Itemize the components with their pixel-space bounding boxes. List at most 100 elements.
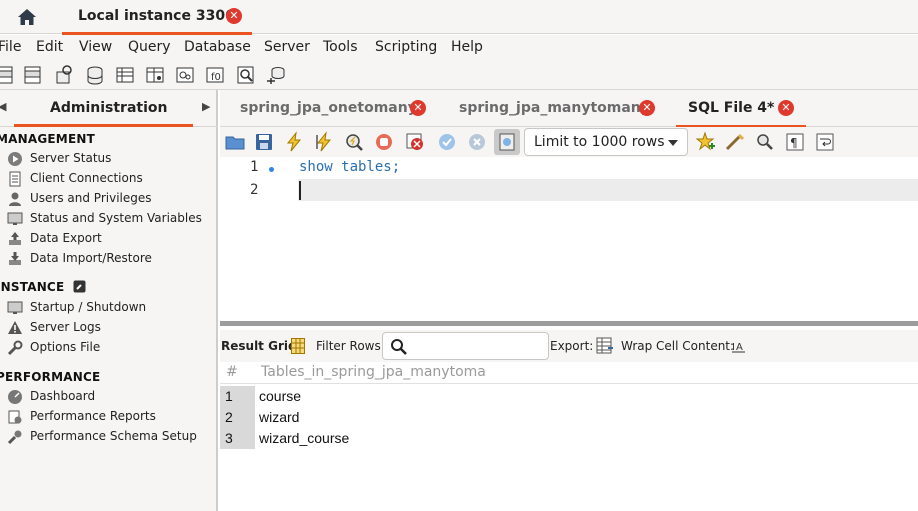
inspector-icon[interactable] bbox=[53, 64, 75, 86]
sidebar-item-label: Users and Privileges bbox=[30, 191, 152, 205]
sidebar-item-data-import-restore[interactable]: Data Import/Restore bbox=[7, 250, 212, 268]
sidebar-item-label: Data Export bbox=[30, 231, 102, 245]
row-number: 1 bbox=[225, 388, 233, 404]
create-function-icon[interactable]: f0 bbox=[204, 64, 226, 86]
section-instance: INSTANCE bbox=[0, 280, 86, 296]
search-table-data-icon[interactable] bbox=[235, 64, 257, 86]
open-folder-icon[interactable] bbox=[224, 131, 246, 153]
monitor-icon bbox=[7, 211, 23, 227]
sidebar-item-status-and-system-variables[interactable]: Status and System Variables bbox=[7, 210, 212, 228]
export-icon[interactable] bbox=[596, 337, 614, 359]
chevron-right-icon[interactable]: ▶ bbox=[202, 100, 210, 113]
open-sql-script-icon[interactable] bbox=[22, 64, 44, 86]
menu-edit[interactable]: Edit bbox=[36, 39, 63, 55]
report-icon bbox=[7, 409, 23, 425]
sidebar-item-options-file[interactable]: Options File bbox=[7, 339, 212, 357]
tab-sql-file-4[interactable]: SQL File 4* ✕ bbox=[676, 90, 806, 128]
stop-icon[interactable] bbox=[373, 131, 395, 153]
row-number-cell: 2 bbox=[220, 407, 255, 428]
menu-file[interactable]: File bbox=[0, 39, 21, 55]
close-tab-icon[interactable]: ✕ bbox=[639, 100, 655, 116]
home-icon[interactable] bbox=[15, 6, 39, 28]
result-grid-label[interactable]: Result Grid bbox=[221, 339, 297, 353]
sql-editor[interactable]: 1 2 show tables; bbox=[220, 157, 918, 321]
wrap-text-icon[interactable]: IA bbox=[732, 339, 746, 357]
invisible-characters-icon[interactable]: ¶ bbox=[784, 131, 806, 153]
beautify-icon[interactable] bbox=[724, 131, 746, 153]
sidebar-tab-administration[interactable]: Administration bbox=[50, 100, 167, 116]
tab-spring-jpa-manytomany[interactable]: spring_jpa_manytomany ✕ bbox=[446, 90, 664, 127]
save-icon[interactable] bbox=[253, 131, 275, 153]
menu-server[interactable]: Server bbox=[264, 39, 310, 55]
find-icon[interactable] bbox=[754, 131, 776, 153]
sidebar-item-performance-schema-setup[interactable]: Performance Schema Setup bbox=[7, 428, 212, 446]
column-header-rownum[interactable]: # bbox=[226, 364, 238, 380]
sidebar-item-server-status[interactable]: Server Status bbox=[7, 150, 212, 168]
sidebar-item-data-export[interactable]: Data Export bbox=[7, 230, 212, 248]
user-icon bbox=[7, 191, 23, 207]
sql-code-line[interactable]: show tables; bbox=[299, 159, 400, 175]
filter-rows-input[interactable] bbox=[382, 332, 549, 360]
table-row[interactable]: 2 wizard bbox=[220, 407, 918, 428]
limit-rows-select[interactable]: Limit to 1000 rows bbox=[524, 128, 688, 156]
create-procedure-icon[interactable] bbox=[174, 64, 196, 86]
menu-view[interactable]: View bbox=[79, 39, 112, 55]
sidebar-item-label: Performance Schema Setup bbox=[30, 429, 197, 443]
add-snippet-icon[interactable] bbox=[694, 131, 716, 153]
editor-tab-bar: spring_jpa_onetomany ✕ spring_jpa_manyto… bbox=[220, 90, 918, 128]
word-wrap-icon[interactable] bbox=[814, 131, 836, 153]
explain-icon[interactable] bbox=[343, 131, 365, 153]
result-grid-header: # Tables_in_spring_jpa_manytoma bbox=[220, 362, 918, 384]
connection-tab-bar: Local instance 3306 ✕ bbox=[0, 0, 918, 35]
autocommit-toggle-icon[interactable] bbox=[494, 129, 520, 155]
create-view-icon[interactable] bbox=[144, 64, 166, 86]
create-table-icon[interactable] bbox=[114, 64, 136, 86]
sidebar-item-dashboard[interactable]: Dashboard bbox=[7, 388, 212, 406]
close-tab-icon[interactable]: ✕ bbox=[778, 100, 794, 116]
sidebar-item-server-logs[interactable]: Server Logs bbox=[7, 319, 212, 337]
play-circle-icon bbox=[7, 151, 23, 167]
table-row[interactable]: 3 wizard_course bbox=[220, 428, 918, 449]
commit-icon[interactable] bbox=[436, 131, 458, 153]
menu-query[interactable]: Query bbox=[128, 39, 171, 55]
import-icon bbox=[7, 251, 23, 267]
execute-current-icon[interactable] bbox=[313, 131, 335, 153]
menu-help[interactable]: Help bbox=[451, 39, 483, 55]
new-sql-tab-icon[interactable] bbox=[0, 64, 16, 86]
sql-editor-toolbar: Limit to 1000 rows ¶ bbox=[220, 127, 918, 157]
sidebar-item-label: Performance Reports bbox=[30, 409, 156, 423]
close-connection-tab-icon[interactable]: ✕ bbox=[226, 8, 242, 24]
wrench-icon bbox=[7, 340, 23, 356]
navigator-sidebar: ◀ Administration ▶ MANAGEMENT Server Sta… bbox=[0, 90, 218, 511]
table-row[interactable]: 1 course bbox=[220, 386, 918, 407]
sidebar-item-performance-reports[interactable]: Performance Reports bbox=[7, 408, 212, 426]
sidebar-item-client-connections[interactable]: Client Connections bbox=[7, 170, 212, 188]
table-cell[interactable]: wizard bbox=[259, 409, 299, 425]
chevron-left-icon[interactable]: ◀ bbox=[0, 100, 6, 113]
close-tab-icon[interactable]: ✕ bbox=[410, 100, 426, 116]
execute-icon[interactable] bbox=[283, 131, 305, 153]
export-icon bbox=[7, 231, 23, 247]
menu-database[interactable]: Database bbox=[184, 39, 251, 55]
table-cell[interactable]: course bbox=[259, 388, 301, 404]
sidebar-item-startup-shutdown[interactable]: Startup / Shutdown bbox=[7, 299, 212, 317]
tab-spring-jpa-onetomany[interactable]: spring_jpa_onetomany ✕ bbox=[226, 90, 438, 127]
toggle-error-continue-icon[interactable] bbox=[404, 131, 426, 153]
editor-result-splitter[interactable] bbox=[220, 321, 918, 326]
reconnect-icon[interactable] bbox=[265, 64, 287, 86]
svg-text:I: I bbox=[732, 342, 735, 353]
main-toolbar: f0 bbox=[0, 60, 918, 90]
sidebar-item-users-and-privileges[interactable]: Users and Privileges bbox=[7, 190, 212, 208]
column-header-tables[interactable]: Tables_in_spring_jpa_manytoma bbox=[261, 364, 486, 380]
tab-label: SQL File 4* bbox=[688, 100, 775, 116]
rollback-icon[interactable] bbox=[466, 131, 488, 153]
export-label: Export: bbox=[550, 339, 594, 353]
menu-tools[interactable]: Tools bbox=[323, 39, 358, 55]
row-number: 2 bbox=[225, 409, 233, 425]
connection-tab[interactable]: Local instance 3306 ✕ bbox=[62, 0, 252, 35]
row-number-cell: 3 bbox=[220, 428, 255, 449]
create-schema-icon[interactable] bbox=[84, 64, 106, 86]
menu-scripting[interactable]: Scripting bbox=[375, 39, 437, 55]
gauge-icon bbox=[7, 389, 23, 405]
table-cell[interactable]: wizard_course bbox=[259, 430, 349, 446]
